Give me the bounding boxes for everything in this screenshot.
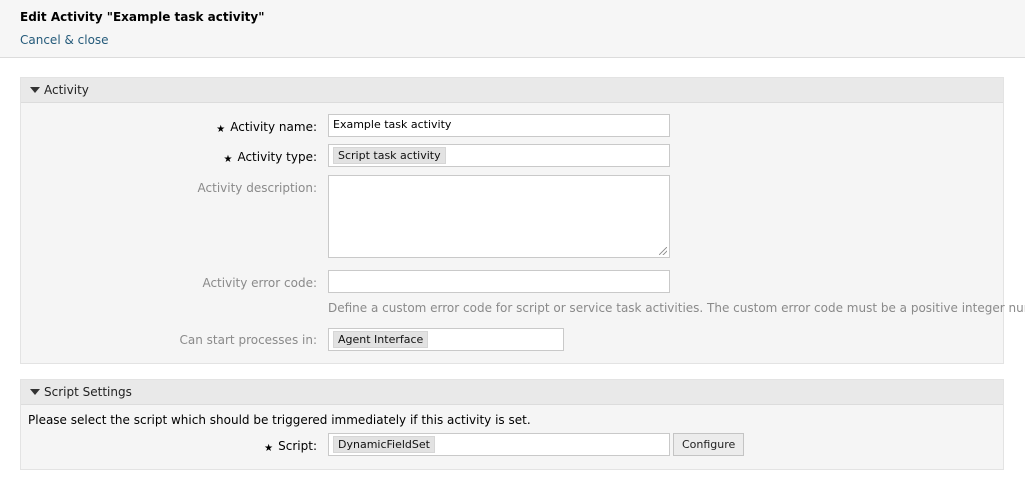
script-settings-widget: Script Settings Please select the script… [20, 379, 1004, 470]
script-select[interactable]: DynamicFieldSet [328, 433, 670, 456]
activity-type-tag: Script task activity [333, 147, 446, 164]
can-start-processes-select[interactable]: Agent Interface [328, 328, 564, 351]
resize-grip-icon[interactable] [659, 247, 667, 255]
activity-error-code-input[interactable] [328, 270, 670, 293]
cancel-close-link[interactable]: Cancel & close [20, 33, 109, 47]
activity-type-label: ★ Activity type: [223, 150, 317, 165]
activity-name-label: ★ Activity name: [216, 120, 317, 135]
activity-name-input[interactable]: Example task activity [328, 114, 670, 137]
script-intro-text: Please select the script which should be… [28, 413, 531, 427]
activity-description-label: Activity description: [197, 181, 317, 195]
triangle-down-icon[interactable] [30, 389, 40, 395]
page-title: Edit Activity "Example task activity" [20, 10, 265, 24]
triangle-down-icon[interactable] [30, 87, 40, 93]
can-start-processes-label: Can start processes in: [179, 333, 317, 347]
required-star-icon: ★ [216, 124, 226, 135]
activity-type-select[interactable]: Script task activity [328, 144, 670, 167]
activity-widget-title: Activity [44, 83, 89, 97]
script-settings-widget-title: Script Settings [44, 385, 132, 399]
script-label: ★ Script: [264, 439, 317, 454]
configure-button[interactable]: Configure [673, 433, 745, 456]
error-code-help-text: Define a custom error code for script or… [328, 301, 1025, 315]
required-star-icon: ★ [264, 443, 274, 454]
activity-error-code-label: Activity error code: [202, 276, 317, 290]
activity-widget-header[interactable]: Activity [21, 78, 1003, 103]
activity-description-textarea[interactable] [328, 175, 670, 258]
agent-interface-tag: Agent Interface [333, 331, 429, 348]
script-settings-widget-header[interactable]: Script Settings [21, 380, 1003, 405]
script-tag: DynamicFieldSet [333, 436, 435, 453]
required-star-icon: ★ [223, 154, 233, 165]
activity-widget: Activity ★ Activity name: Example task ac… [20, 77, 1025, 364]
dialog-header: Edit Activity "Example task activity" Ca… [0, 0, 1025, 58]
